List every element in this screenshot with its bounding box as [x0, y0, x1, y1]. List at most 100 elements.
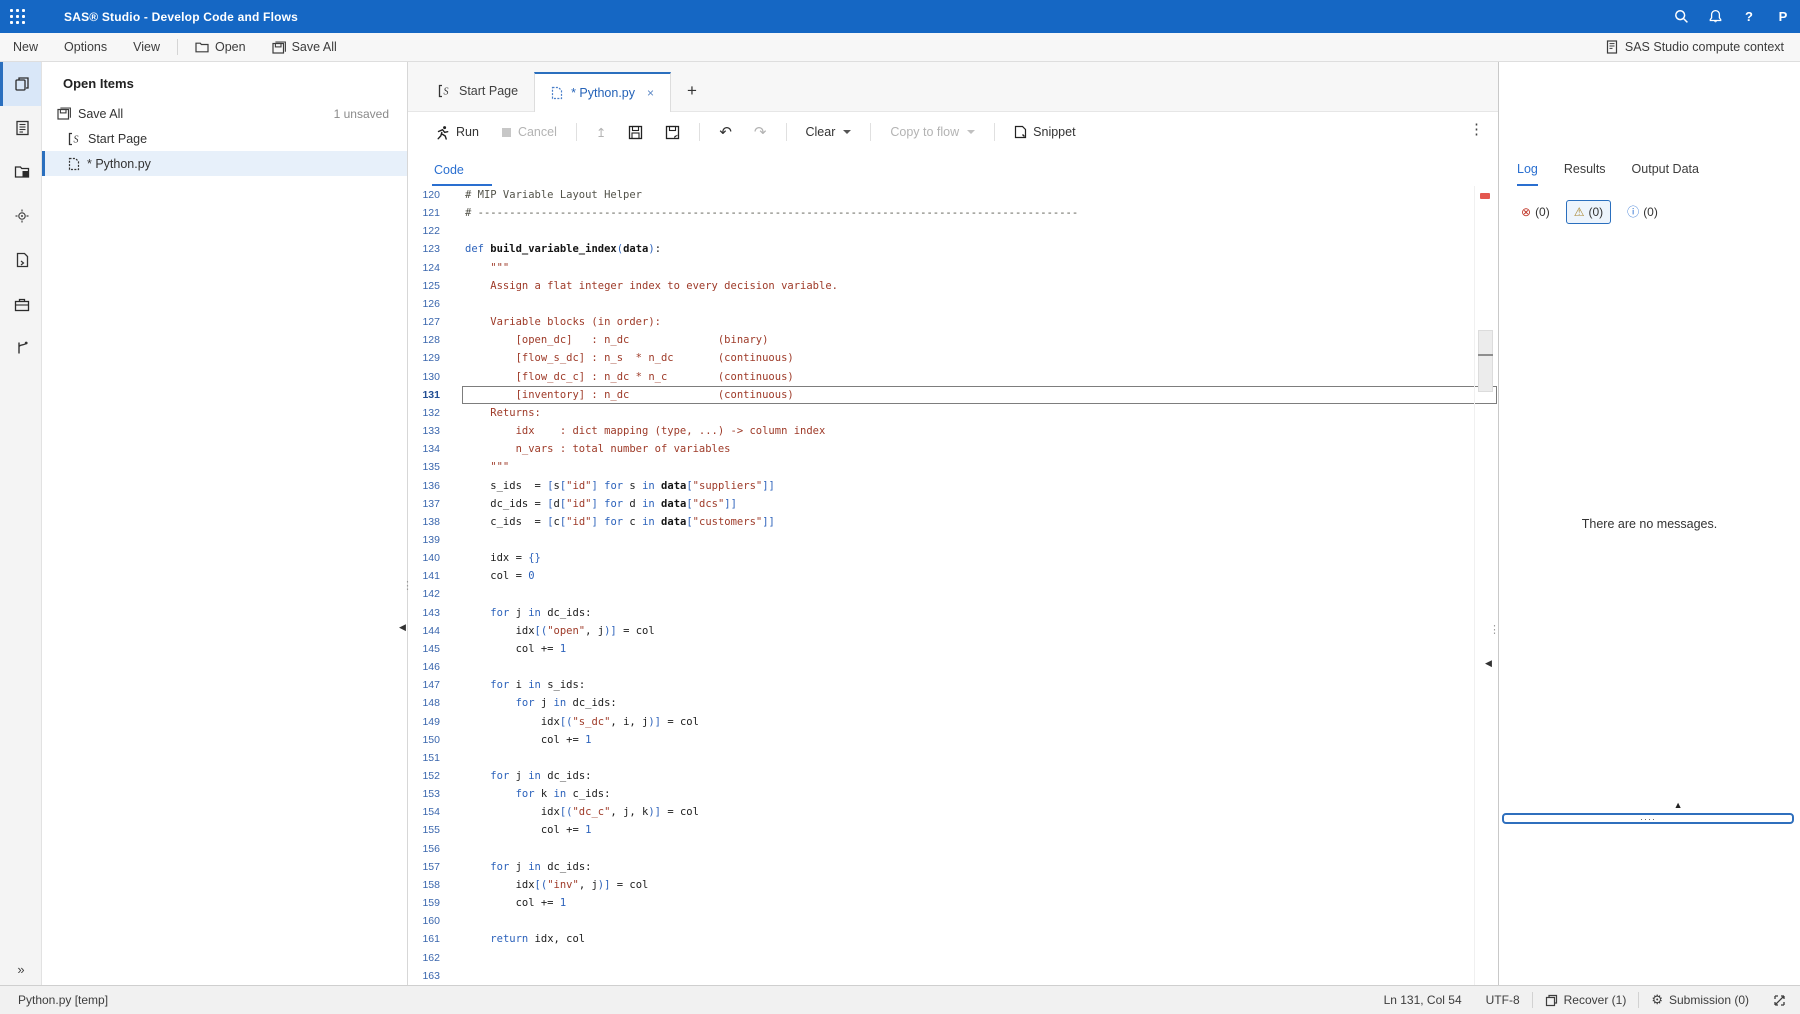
save-button[interactable] [619, 120, 652, 145]
compute-context[interactable]: SAS Studio compute context [1606, 40, 1800, 54]
code-line-151[interactable]: 151 [408, 749, 1498, 767]
code-text: idx[("s_dc", i, j)] = col [452, 713, 699, 731]
code-line-155[interactable]: 155 col += 1 [408, 821, 1498, 839]
code-line-149[interactable]: 149 idx[("s_dc", i, j)] = col [408, 713, 1498, 731]
code-line-142[interactable]: 142 [408, 585, 1498, 603]
help-button[interactable]: ? [1732, 0, 1766, 33]
close-tab-icon[interactable]: × [647, 86, 654, 100]
code-line-135[interactable]: 135 """ [408, 458, 1498, 476]
code-line-144[interactable]: 144 idx[("open", j)] = col [408, 622, 1498, 640]
app-launcher-button[interactable] [0, 0, 36, 33]
open-item-python-file[interactable]: * Python.py [42, 151, 407, 176]
error-filter-badge[interactable]: ⊗ (0) [1513, 200, 1558, 224]
code-line-153[interactable]: 153 for k in c_ids: [408, 785, 1498, 803]
code-line-161[interactable]: 161 return idx, col [408, 930, 1498, 948]
menu-new[interactable]: New [0, 33, 51, 62]
notifications-button[interactable] [1698, 0, 1732, 33]
code-line-128[interactable]: 128 [open_dc] : n_dc (binary) [408, 331, 1498, 349]
code-line-136[interactable]: 136 s_ids = [s["id"] for s in data["supp… [408, 477, 1498, 495]
tab-code[interactable]: Code [432, 163, 492, 186]
left-panel-collapse-arrow[interactable]: ◀ [399, 622, 406, 633]
rail-git[interactable] [0, 326, 41, 370]
expand-status-button[interactable] [1761, 986, 1786, 1014]
toolbar-overflow-menu[interactable]: ⋮ [1469, 120, 1484, 138]
menu-save-all[interactable]: Save All [259, 33, 350, 62]
code-line-139[interactable]: 139 [408, 531, 1498, 549]
code-line-146[interactable]: 146 [408, 658, 1498, 676]
redo-button[interactable]: ↷ [745, 118, 776, 146]
rail-log[interactable] [0, 106, 41, 150]
user-avatar[interactable]: P [1766, 0, 1800, 33]
tab-log[interactable]: Log [1517, 162, 1538, 186]
code-line-150[interactable]: 150 col += 1 [408, 731, 1498, 749]
code-line-159[interactable]: 159 col += 1 [408, 894, 1498, 912]
search-button[interactable] [1664, 0, 1698, 33]
code-line-121[interactable]: 121# -----------------------------------… [408, 204, 1498, 222]
code-line-122[interactable]: 122 [408, 222, 1498, 240]
code-line-140[interactable]: 140 idx = {} [408, 549, 1498, 567]
code-line-129[interactable]: 129 [flow_s_dc] : n_s * n_dc (continuous… [408, 349, 1498, 367]
save-as-button[interactable] [656, 120, 689, 145]
clear-dropdown-button[interactable]: Clear [797, 120, 861, 144]
tab-python-file[interactable]: * Python.py × [534, 72, 671, 112]
code-line-137[interactable]: 137 dc_ids = [d["id"] for d in data["dcs… [408, 495, 1498, 513]
rail-open-items[interactable] [0, 62, 41, 106]
scrollbar-thumb[interactable] [1478, 330, 1493, 392]
rail-expand-button[interactable]: » [0, 962, 42, 977]
code-line-148[interactable]: 148 for j in dc_ids: [408, 694, 1498, 712]
code-line-141[interactable]: 141 col = 0 [408, 567, 1498, 585]
editor-scrollbar[interactable] [1474, 186, 1496, 985]
code-line-131[interactable]: 131 [inventory] : n_dc (continuous) [408, 386, 1498, 404]
run-button[interactable]: Run [426, 120, 488, 145]
code-line-124[interactable]: 124 """ [408, 259, 1498, 277]
code-editor[interactable]: 120# MIP Variable Layout Helper121# ----… [408, 186, 1498, 985]
code-line-158[interactable]: 158 idx[("inv", j)] = col [408, 876, 1498, 894]
tab-start-page[interactable]: S Start Page [422, 71, 534, 111]
code-line-160[interactable]: 160 [408, 912, 1498, 930]
code-line-145[interactable]: 145 col += 1 [408, 640, 1498, 658]
rail-tasks[interactable] [0, 282, 41, 326]
cancel-button[interactable]: Cancel [492, 120, 566, 144]
code-line-130[interactable]: 130 [flow_dc_c] : n_dc * n_c (continuous… [408, 368, 1498, 386]
rail-explorer[interactable] [0, 150, 41, 194]
code-line-133[interactable]: 133 idx : dict mapping (type, ...) -> co… [408, 422, 1498, 440]
code-line-152[interactable]: 152 for j in dc_ids: [408, 767, 1498, 785]
undo-button[interactable]: ↶ [710, 118, 741, 146]
info-filter-badge[interactable]: ⓘ (0) [1619, 198, 1666, 225]
code-line-147[interactable]: 147 for i in s_ids: [408, 676, 1498, 694]
recover-button[interactable]: Recover (1) [1533, 986, 1639, 1014]
code-line-123[interactable]: 123def build_variable_index(data): [408, 240, 1498, 258]
code-line-156[interactable]: 156 [408, 840, 1498, 858]
code-line-120[interactable]: 120# MIP Variable Layout Helper [408, 186, 1498, 204]
code-line-127[interactable]: 127 Variable blocks (in order): [408, 313, 1498, 331]
code-line-125[interactable]: 125 Assign a flat integer index to every… [408, 277, 1498, 295]
code-line-132[interactable]: 132 Returns: [408, 404, 1498, 422]
code-line-126[interactable]: 126 [408, 295, 1498, 313]
code-line-157[interactable]: 157 for j in dc_ids: [408, 858, 1498, 876]
code-line-154[interactable]: 154 idx[("dc_c", j, k)] = col [408, 803, 1498, 821]
new-tab-button[interactable]: + [671, 71, 713, 111]
compute-context-label: SAS Studio compute context [1625, 40, 1784, 54]
open-item-start-page[interactable]: S Start Page [42, 126, 407, 151]
cancel-stop-icon [501, 127, 512, 138]
code-line-143[interactable]: 143 for j in dc_ids: [408, 604, 1498, 622]
rail-steps[interactable] [0, 194, 41, 238]
tab-results[interactable]: Results [1564, 162, 1606, 186]
log-panel-resize-handle[interactable]: ···· [1502, 813, 1794, 824]
code-line-163[interactable]: 163 [408, 967, 1498, 985]
rail-snippets[interactable] [0, 238, 41, 282]
tab-output-data[interactable]: Output Data [1632, 162, 1699, 186]
menu-open[interactable]: Open [182, 33, 259, 62]
submit-button[interactable]: ↥ [587, 120, 615, 145]
code-line-162[interactable]: 162 [408, 949, 1498, 967]
code-line-134[interactable]: 134 n_vars : total number of variables [408, 440, 1498, 458]
menu-options[interactable]: Options [51, 33, 120, 62]
submission-button[interactable]: ⚙ Submission (0) [1639, 986, 1761, 1014]
code-line-138[interactable]: 138 c_ids = [c["id"] for c in data["cust… [408, 513, 1498, 531]
code-text [452, 585, 465, 603]
snippet-button[interactable]: Snippet [1005, 120, 1084, 144]
warning-filter-badge[interactable]: ⚠ (0) [1566, 200, 1611, 224]
copy-to-flow-button[interactable]: Copy to flow [881, 120, 984, 144]
menu-view[interactable]: View [120, 33, 173, 62]
open-items-save-all[interactable]: Save All 1 unsaved [42, 101, 407, 126]
